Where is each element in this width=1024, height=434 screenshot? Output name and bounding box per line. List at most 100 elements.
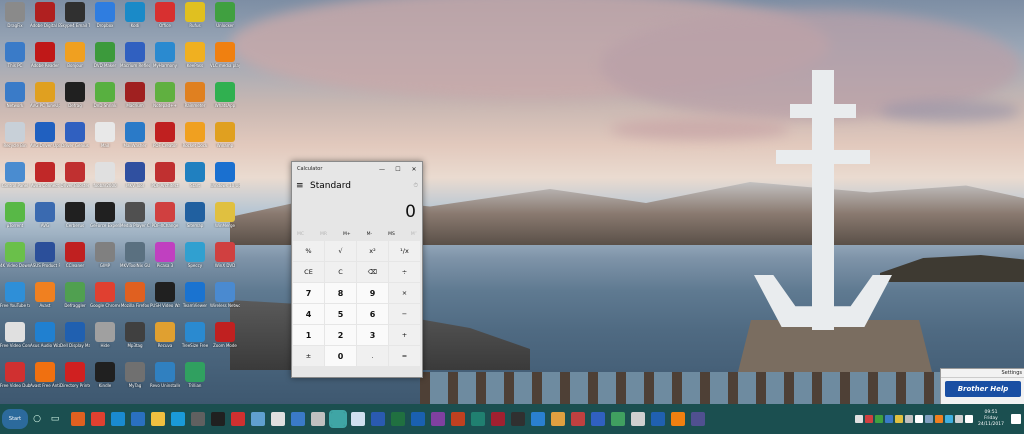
taskbar-app-word[interactable] xyxy=(371,412,385,426)
taskbar-app-settings[interactable] xyxy=(311,412,325,426)
desktop-icon[interactable]: WinX DVD xyxy=(210,242,240,280)
desktop-icon[interactable]: MKVToolNix GUI xyxy=(120,242,150,280)
desktop-icon[interactable]: KeePass xyxy=(180,42,210,80)
desktop-icon[interactable]: Kodi xyxy=(120,2,150,40)
taskbar-app-calculator[interactable] xyxy=(329,410,347,428)
calc-key[interactable]: ÷ xyxy=(389,262,420,282)
taskbar-app-media-player[interactable] xyxy=(191,412,205,426)
taskbar-app-store[interactable] xyxy=(531,412,545,426)
desktop-icon[interactable]: Avira Connect xyxy=(30,162,60,200)
desktop-icon[interactable]: PDF Architect xyxy=(150,162,180,200)
tray-icon[interactable] xyxy=(885,415,893,423)
desktop-icon[interactable]: PDF Creator xyxy=(150,122,180,160)
calc-key[interactable]: 6 xyxy=(357,304,388,324)
desktop-icon[interactable]: Avast Free Antivirus xyxy=(30,362,60,400)
desktop-icon[interactable]: Zoom Mode xyxy=(210,322,240,360)
calc-key[interactable]: 5 xyxy=(325,304,356,324)
desktop-icon[interactable]: CCleaner xyxy=(60,242,90,280)
taskbar-app-notepad[interactable] xyxy=(351,412,365,426)
calc-key[interactable]: % xyxy=(293,241,324,261)
desktop-icon[interactable]: AVG xyxy=(30,202,60,240)
tray-icon[interactable] xyxy=(915,415,923,423)
calc-key[interactable]: × xyxy=(389,283,420,303)
desktop-icon[interactable]: AVG Driver Updater xyxy=(30,122,60,160)
desktop-icon[interactable]: TeamViewer xyxy=(180,282,210,320)
taskbar-app-file-explorer[interactable] xyxy=(151,412,165,426)
desktop-icon[interactable]: Skype4 Email Tools xyxy=(60,2,90,40)
calc-key[interactable]: = xyxy=(389,346,420,366)
desktop-icon[interactable]: Google Chrome xyxy=(90,282,120,320)
taskbar-app-weather[interactable] xyxy=(631,412,645,426)
calc-key[interactable]: . xyxy=(357,346,388,366)
calc-key[interactable]: CE xyxy=(293,262,324,282)
desktop-icon[interactable]: Control Panel xyxy=(0,162,30,200)
tray-icon[interactable] xyxy=(965,415,973,423)
brother-help-button[interactable]: Brother Help xyxy=(945,381,1021,397)
desktop-icon[interactable]: ASUS Product Register xyxy=(30,242,60,280)
desktop-icon[interactable]: µTorrent xyxy=(0,202,30,240)
desktop-icon[interactable]: PUSH Video Wallpaper xyxy=(150,282,180,320)
desktop-icon[interactable]: Driver Booster xyxy=(60,162,90,200)
desktop-icon[interactable]: Asus Audio Wizard xyxy=(30,322,60,360)
desktop-icon[interactable]: GeForce Experience xyxy=(90,202,120,240)
taskbar-app-unknown-1[interactable] xyxy=(231,412,245,426)
desktop-icon[interactable]: Unlocker xyxy=(210,2,240,40)
desktop-icon[interactable]: Cerberus xyxy=(60,202,90,240)
desktop-icon[interactable]: MKV Tool xyxy=(120,162,150,200)
taskbar-app-solitaire[interactable] xyxy=(511,412,525,426)
desktop-icon[interactable]: Mozilla Firefox xyxy=(120,282,150,320)
history-icon[interactable]: ⏱ xyxy=(413,182,418,190)
desktop-icon[interactable]: Rufus xyxy=(180,2,210,40)
tray-icon[interactable] xyxy=(945,415,953,423)
desktop-icon[interactable]: Picasa 3 xyxy=(150,242,180,280)
calc-key[interactable]: − xyxy=(389,304,420,324)
desktop-icon[interactable]: Bonjour xyxy=(60,42,90,80)
taskbar-app-snipping[interactable] xyxy=(571,412,585,426)
taskbar-app-chrome[interactable] xyxy=(91,412,105,426)
desktop-icon[interactable]: Macrium xyxy=(120,82,150,120)
desktop-icon[interactable]: Media Player Classic xyxy=(120,202,150,240)
tray-icon[interactable] xyxy=(935,415,943,423)
desktop-icon[interactable]: Adobe Reader xyxy=(30,42,60,80)
desktop-icon[interactable]: Dell Display Manager xyxy=(60,322,90,360)
taskbar-app-ie[interactable] xyxy=(131,412,145,426)
calc-key[interactable]: 0 xyxy=(325,346,356,366)
desktop-icon[interactable]: Mail xyxy=(90,122,120,160)
desktop-icon[interactable]: Sitemap xyxy=(180,202,210,240)
desktop-icon[interactable]: Adobe Digital Editions xyxy=(30,2,60,40)
calc-key[interactable]: 1 xyxy=(293,325,324,345)
desktop-icon[interactable]: VLC media player xyxy=(210,42,240,80)
minimize-button[interactable]: — xyxy=(374,166,390,173)
desktop-icon[interactable]: Defrag xyxy=(60,82,90,120)
memory-button[interactable]: M˅ xyxy=(411,232,417,237)
desktop-icon[interactable]: Network xyxy=(0,82,30,120)
tray-icon[interactable] xyxy=(855,415,863,423)
taskbar-app-defender[interactable] xyxy=(291,412,305,426)
clock[interactable]: 09:51 Friday 24/11/2017 xyxy=(974,410,1008,428)
task-view-icon[interactable]: ▭ xyxy=(46,414,64,424)
tray-icon[interactable] xyxy=(925,415,933,423)
desktop-icon[interactable]: DVD Shrink xyxy=(90,82,120,120)
desktop-icon[interactable]: TreeSize Free xyxy=(180,322,210,360)
taskbar-app-calendar[interactable] xyxy=(651,412,665,426)
taskbar-app-maps[interactable] xyxy=(611,412,625,426)
taskbar-app-groove[interactable] xyxy=(591,412,605,426)
desktop-icon[interactable]: Notepad++ xyxy=(150,82,180,120)
desktop-icon[interactable]: Avast xyxy=(30,282,60,320)
start-button[interactable]: Start xyxy=(2,409,28,429)
taskbar-app-powerpoint[interactable] xyxy=(451,412,465,426)
desktop-icon[interactable]: Office xyxy=(150,2,180,40)
desktop-icon[interactable]: This PC xyxy=(0,42,30,80)
tray-icon[interactable] xyxy=(895,415,903,423)
desktop-icon[interactable]: Rocket Dock xyxy=(180,122,210,160)
calc-key[interactable]: 8 xyxy=(325,283,356,303)
memory-button[interactable]: M+ xyxy=(343,232,351,237)
desktop-icon[interactable]: WhatsApp xyxy=(210,82,240,120)
calculator-titlebar[interactable]: Calculator — ☐ ✕ xyxy=(292,162,422,176)
memory-button[interactable]: MC xyxy=(297,232,304,237)
taskbar-app-mail[interactable] xyxy=(271,412,285,426)
desktop-icon[interactable]: Free YouTube to MP3 xyxy=(0,282,30,320)
tray-icon[interactable] xyxy=(865,415,873,423)
tray-icon[interactable] xyxy=(955,415,963,423)
calc-key[interactable]: ± xyxy=(293,346,324,366)
